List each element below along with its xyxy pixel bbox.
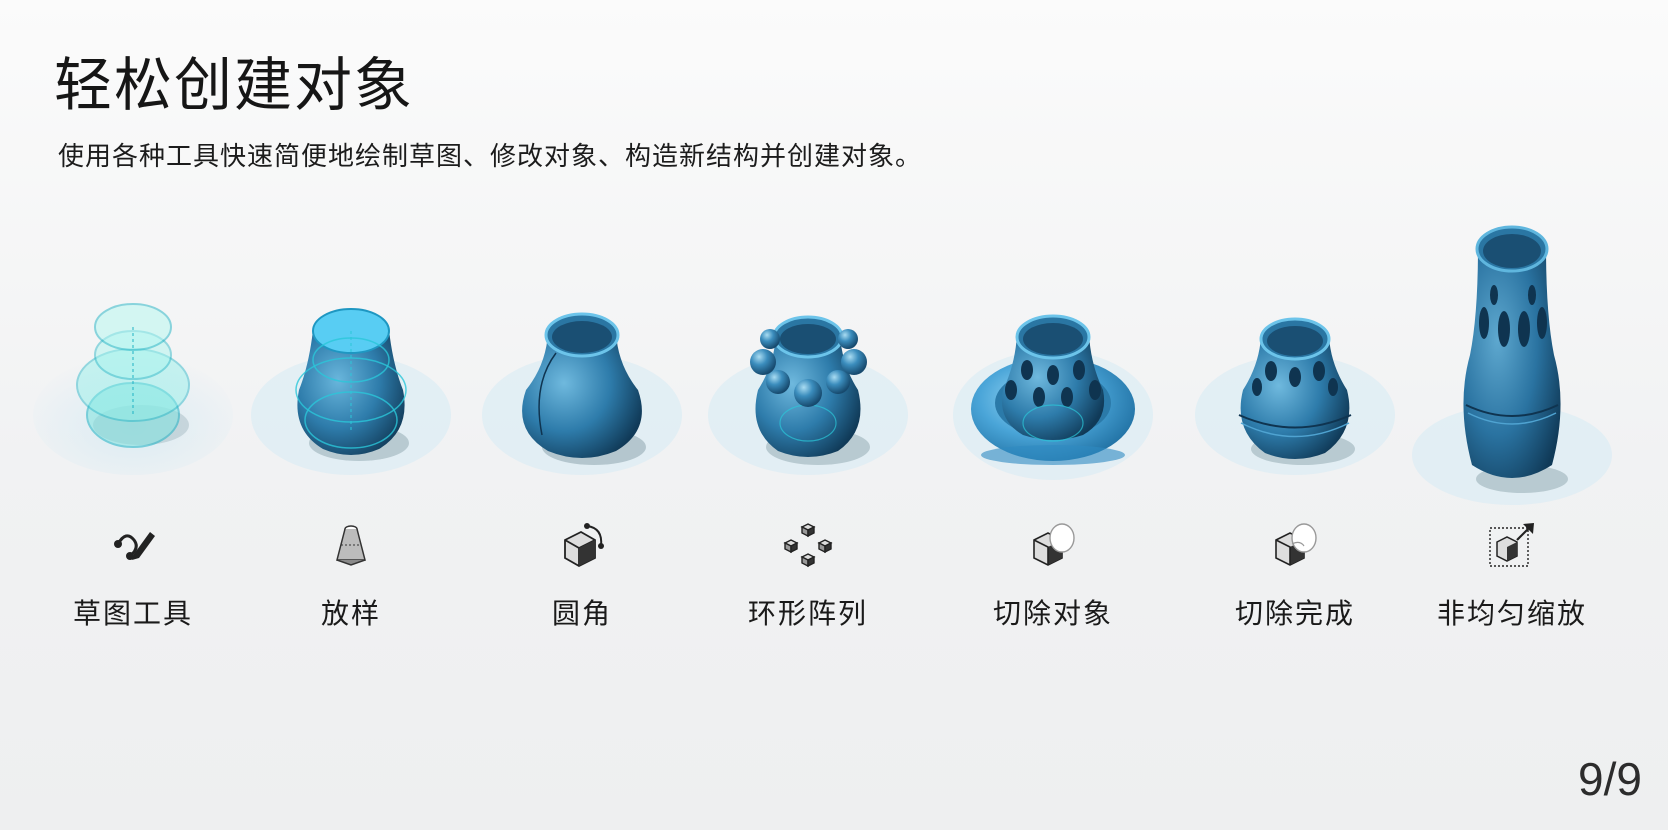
tool-fillet[interactable]: 圆角 (482, 225, 682, 645)
fillet-icon (557, 520, 607, 570)
non-uniform-scale-icon (1487, 520, 1537, 570)
fillet-model (482, 312, 682, 475)
tool-cut-object[interactable]: 切除对象 (953, 225, 1153, 645)
tool-cut-complete[interactable]: 切除完成 (1195, 225, 1395, 645)
tool-label: 切除对象 (992, 597, 1113, 630)
tool-label: 放样 (320, 597, 381, 630)
cut-object-icon (1028, 520, 1078, 570)
tools-showcase: 草图工具 放样 圆角 环形阵列 切除对象 切除完成 非均匀缩放 (0, 0, 1668, 830)
tool-label: 非均匀缩放 (1436, 597, 1587, 630)
tool-label: 环形阵列 (747, 597, 868, 630)
loft-model (251, 308, 451, 475)
tool-label: 切除完成 (1234, 597, 1355, 630)
tool-non-uniform-scale[interactable]: 非均匀缩放 (1412, 225, 1612, 645)
tool-sketch[interactable]: 草图工具 (33, 225, 233, 645)
tool-circular-array[interactable]: 环形阵列 (708, 225, 908, 645)
sketch-model (33, 303, 233, 475)
circular-array-model (708, 315, 908, 475)
sketch-pen-icon (108, 520, 158, 570)
tool-loft[interactable]: 放样 (251, 225, 451, 645)
cut-object-model (953, 314, 1153, 480)
tool-label: 草图工具 (72, 597, 193, 630)
cut-complete-model (1195, 317, 1395, 475)
non-uniform-scale-model (1412, 225, 1612, 505)
page-indicator: 9/9 (1578, 753, 1642, 805)
loft-icon (326, 520, 376, 570)
circular-array-icon (783, 520, 833, 570)
cut-complete-icon (1270, 520, 1320, 570)
tool-label: 圆角 (551, 597, 612, 630)
